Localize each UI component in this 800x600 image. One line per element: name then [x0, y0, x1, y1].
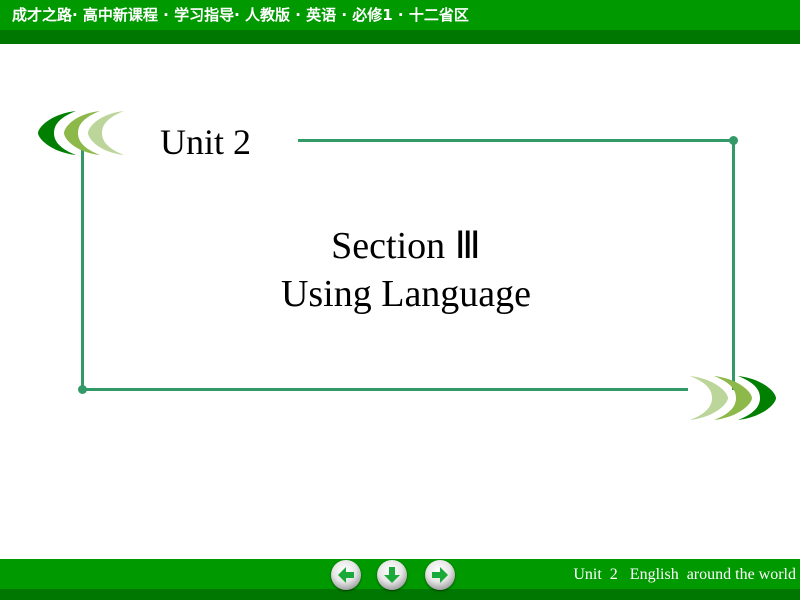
frame-corner-dot-top-right: [729, 136, 738, 145]
section-subtitle: Using Language: [280, 273, 532, 315]
crescent-decoration-right: [690, 376, 776, 420]
home-button[interactable]: [377, 560, 407, 590]
footer-unit-title: Unit 2 English around the world: [573, 566, 796, 583]
frame-top-line: [298, 139, 735, 142]
footer-bar-shadow: [0, 589, 800, 600]
crescent-decoration-left: [38, 111, 124, 155]
unit-title: Unit 2: [160, 122, 252, 162]
section-title: Section Ⅲ: [331, 225, 481, 267]
frame-bottom-line: [82, 388, 688, 391]
crescent-light-icon: [690, 376, 728, 420]
header-title: 成才之路· 高中新课程 · 学习指导· 人教版 · 英语 · 必修1 · 十二省…: [12, 6, 469, 24]
header-bar-shadow: [0, 30, 800, 44]
header-bar: 成才之路· 高中新课程 · 学习指导· 人教版 · 英语 · 必修1 · 十二省…: [0, 0, 800, 30]
previous-button[interactable]: [331, 560, 361, 590]
crescent-light-icon: [88, 111, 124, 155]
arrow-left-icon: [338, 567, 354, 583]
frame-corner-dot-bottom-left: [78, 385, 87, 394]
arrow-right-icon: [432, 567, 448, 583]
next-button[interactable]: [425, 560, 455, 590]
arrow-down-icon: [384, 567, 400, 583]
